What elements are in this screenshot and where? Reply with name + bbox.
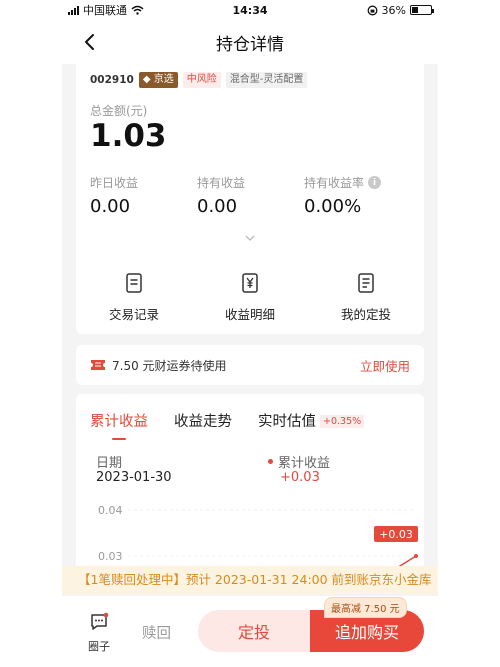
coupon-card[interactable]: 7.50 元财运券待使用 立即使用 xyxy=(76,345,424,385)
tab-earnings-trend[interactable]: 收益走势 xyxy=(174,410,232,431)
wifi-icon xyxy=(131,5,144,15)
trade-record-button[interactable]: 交易记录 xyxy=(84,272,184,323)
jingxuan-label: 京选 xyxy=(153,74,174,85)
bottom-action-bar: 圈子 赎回 定投 追加购买 最高减 7.50 元 xyxy=(62,596,438,667)
record-icon xyxy=(126,273,142,293)
data-point[interactable] xyxy=(414,554,418,558)
cumulative-earnings-label: 累计收益 xyxy=(268,452,330,471)
document-icon xyxy=(358,273,374,293)
coupon-text: 7.50 元财运券待使用 xyxy=(112,358,227,373)
stat-label: 持有收益率 xyxy=(304,176,365,190)
series-dot-icon xyxy=(268,459,273,464)
stat-yesterday: 昨日收益 0.00 xyxy=(90,174,138,217)
action-label: 我的定投 xyxy=(340,307,391,322)
total-amount-label: 总金额(元) xyxy=(90,104,148,118)
tab-realtime-valuation[interactable]: 实时估值 +0.35% xyxy=(258,410,365,431)
page-title: 持仓详情 xyxy=(216,34,284,55)
tab-label: 实时估值 xyxy=(258,414,316,430)
risk-badge: 中风险 xyxy=(182,72,221,88)
back-arrow-icon[interactable] xyxy=(80,32,100,52)
yen-receipt-icon xyxy=(242,273,258,293)
redeem-button[interactable]: 赎回 xyxy=(142,622,171,643)
action-label: 交易记录 xyxy=(108,307,159,322)
orientation-lock-icon xyxy=(367,5,377,15)
stat-label: 昨日收益 xyxy=(90,176,139,190)
stat-label: 持有收益 xyxy=(197,176,246,190)
stat-value: 0.00 xyxy=(90,196,131,217)
info-icon[interactable]: i xyxy=(368,176,382,189)
my-fixed-invest-button[interactable]: 我的定投 xyxy=(316,272,416,323)
max-discount-badge: 最高减 7.50 元 xyxy=(324,597,407,618)
use-now-link[interactable]: 立即使用 xyxy=(360,356,410,375)
fund-code: 002910 xyxy=(90,74,134,86)
date-value: 2023-01-30 xyxy=(96,470,172,485)
signal-icon xyxy=(68,5,79,15)
jingxuan-badge: ◆ 京选 xyxy=(138,72,178,88)
fund-type-badge: 混合型-灵活配置 xyxy=(225,72,308,88)
tab-cumulative-earnings[interactable]: 累计收益 xyxy=(90,410,148,431)
clock-time: 14:34 xyxy=(232,3,268,17)
total-amount-value: 1.03 xyxy=(90,118,167,154)
carrier-name: 中国联通 xyxy=(83,4,127,17)
stat-value: 0.00% xyxy=(304,196,362,217)
valuation-change-badge: +0.35% xyxy=(320,415,365,428)
coupon-icon xyxy=(91,360,105,370)
app-screen: 中国联通 14:34 36% 持仓详情 002910 ◆ 京选 中风险 混合型-… xyxy=(62,0,438,667)
nav-bar: 持仓详情 xyxy=(62,20,438,64)
date-label: 日期 xyxy=(96,456,123,471)
earnings-label-text: 累计收益 xyxy=(278,456,331,471)
earnings-chart-card: 累计收益 收益走势 实时估值 +0.35% 日期 2023-01-30 累计收益 … xyxy=(76,394,424,594)
circle-button[interactable]: 圈子 xyxy=(88,612,110,654)
point-tooltip-label: +0.03 xyxy=(379,528,413,541)
battery-icon xyxy=(410,5,434,15)
circle-label: 圈子 xyxy=(88,640,110,653)
fund-tag-row: 002910 ◆ 京选 中风险 混合型-灵活配置 xyxy=(90,72,308,88)
earnings-detail-button[interactable]: 收益明细 xyxy=(200,272,300,323)
status-bar: 中国联通 14:34 36% xyxy=(62,0,438,20)
holding-card: 002910 ◆ 京选 中风险 混合型-灵活配置 总金额(元) 1.03 昨日收… xyxy=(76,64,424,334)
chart-tabs: 累计收益 收益走势 实时估值 +0.35% xyxy=(90,410,365,431)
stat-holding-rate: 持有收益率 i 0.00% xyxy=(304,174,382,217)
y-tick-label: 0.04 xyxy=(98,504,123,517)
fixed-invest-button[interactable]: 定投 xyxy=(198,610,310,652)
chevron-down-icon[interactable] xyxy=(238,232,262,244)
diamond-icon: ◆ xyxy=(142,74,151,85)
stat-value: 0.00 xyxy=(197,196,238,217)
battery-percent: 36% xyxy=(381,3,406,17)
cumulative-earnings-value: +0.03 xyxy=(280,470,320,485)
chat-bubble-icon xyxy=(91,612,109,630)
action-label: 收益明细 xyxy=(224,307,275,322)
y-tick-label: 0.03 xyxy=(98,550,123,563)
stat-holding-earnings: 持有收益 0.00 xyxy=(197,174,245,217)
redeem-notice-bar[interactable]: 【1笔赎回处理中】预计 2023-01-31 24:00 前到账京东小金库 xyxy=(62,566,438,594)
